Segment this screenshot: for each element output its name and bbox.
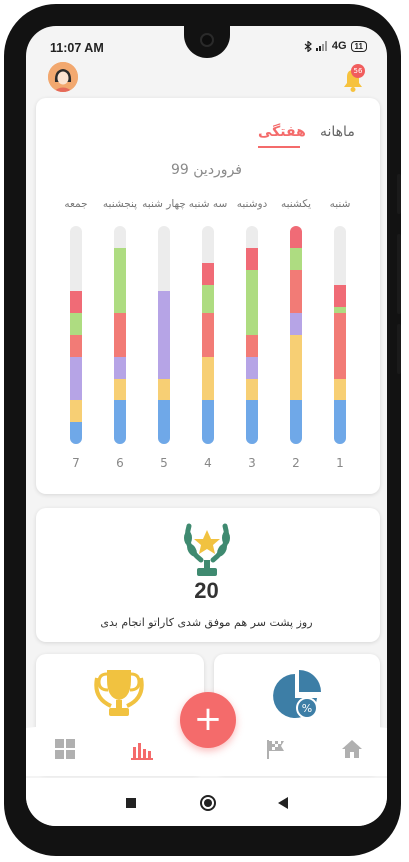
day-number: 1: [336, 456, 344, 470]
bar-segment: [114, 378, 126, 401]
trophy-icon: [94, 670, 144, 716]
recents-button[interactable]: [126, 798, 136, 808]
bar-segment: [202, 400, 214, 444]
battery-icon: 11: [350, 40, 367, 52]
flag-icon[interactable]: [264, 737, 288, 761]
tab-monthly[interactable]: ماهانه: [320, 124, 355, 140]
avatar-icon: [48, 62, 78, 92]
day-bar[interactable]: [70, 226, 82, 444]
day-bar[interactable]: [246, 226, 258, 444]
bar-segment: [202, 356, 214, 401]
status-bar: 11:07 AM 4G 11: [26, 26, 387, 66]
volume-up-button: [397, 174, 401, 214]
add-button[interactable]: +: [180, 692, 236, 748]
bar-segment: [114, 400, 126, 444]
bar-segment: [202, 313, 214, 357]
day-bar[interactable]: [334, 226, 346, 444]
bar-chart-icon[interactable]: [130, 737, 154, 761]
avatar[interactable]: [48, 62, 78, 92]
bar-segment: [334, 378, 346, 401]
home-icon[interactable]: [340, 737, 364, 761]
bar-segment: [70, 400, 82, 423]
bar-segment: [158, 378, 170, 401]
day-number: 5: [160, 456, 168, 470]
bar-segment: [334, 400, 346, 444]
bar-segment: [290, 247, 302, 270]
bar-segment: [246, 335, 258, 357]
day-number: 2: [292, 456, 300, 470]
bluetooth-icon: [304, 40, 312, 52]
bar-segment: [158, 291, 170, 379]
bar-segment: [158, 400, 170, 444]
month-label: فروردین 99: [170, 162, 242, 178]
bar-segment: [70, 335, 82, 357]
bar-segment: [70, 356, 82, 401]
tab-weekly[interactable]: هفتگی: [258, 124, 306, 140]
bar-segment: [202, 284, 214, 314]
plus-icon: +: [193, 699, 223, 739]
day-bar[interactable]: [158, 226, 170, 444]
bar-segment: [246, 247, 258, 270]
tab-weekly-underline: [258, 146, 300, 148]
day-number: 4: [204, 456, 212, 470]
volume-down-button: [397, 234, 401, 314]
bar-segment: [246, 378, 258, 401]
bar-segment: [70, 313, 82, 335]
signal-icon: [315, 41, 327, 51]
bar-segment: [246, 269, 258, 335]
notification-badge: 56: [351, 64, 365, 78]
bar-segment: [290, 226, 302, 248]
bar-segment: [334, 306, 346, 314]
bar-segment: [114, 313, 126, 357]
status-icons: 4G 11: [304, 40, 367, 52]
bar-segment: [290, 400, 302, 444]
laurel-trophy-icon: [184, 523, 230, 576]
app-screen: 11:07 AM 4G 11 56 ماهانه هفتگی فروردین 9…: [26, 26, 387, 826]
day-number: 6: [116, 456, 124, 470]
bar-segment: [70, 291, 82, 314]
bar-segment: [290, 313, 302, 335]
bar-segment: [290, 269, 302, 314]
bar-segment: [114, 356, 126, 379]
grid-icon[interactable]: [53, 737, 77, 761]
bar-segment: [334, 313, 346, 379]
day-number: 7: [72, 456, 80, 470]
bar-segment: [202, 263, 214, 285]
streak-count: 20: [194, 578, 219, 603]
bar-segment: [290, 335, 302, 401]
streak-description: روز پشت سر هم موفق شدی کاراتو انجام بدی: [100, 616, 313, 629]
status-time: 11:07 AM: [50, 41, 104, 55]
day-bar[interactable]: [290, 226, 302, 444]
home-system-button[interactable]: [200, 795, 216, 811]
bar-segment: [114, 247, 126, 314]
power-button: [397, 324, 401, 374]
bar-segment: [70, 422, 82, 444]
network-type: 4G: [331, 40, 347, 52]
svg-text:%: %: [302, 702, 312, 715]
bar-segment: [246, 356, 258, 379]
day-label: جمعه: [64, 198, 88, 210]
bar-segment: [246, 400, 258, 444]
day-number: 3: [248, 456, 256, 470]
front-camera: [200, 33, 214, 47]
back-button[interactable]: [278, 797, 290, 809]
bar-segment: [334, 284, 346, 307]
day-bar[interactable]: [202, 226, 214, 444]
phone-frame: 11:07 AM 4G 11 56 ماهانه هفتگی فروردین 9…: [4, 4, 401, 856]
camera-notch: [184, 26, 230, 58]
day-bar[interactable]: [114, 226, 126, 444]
